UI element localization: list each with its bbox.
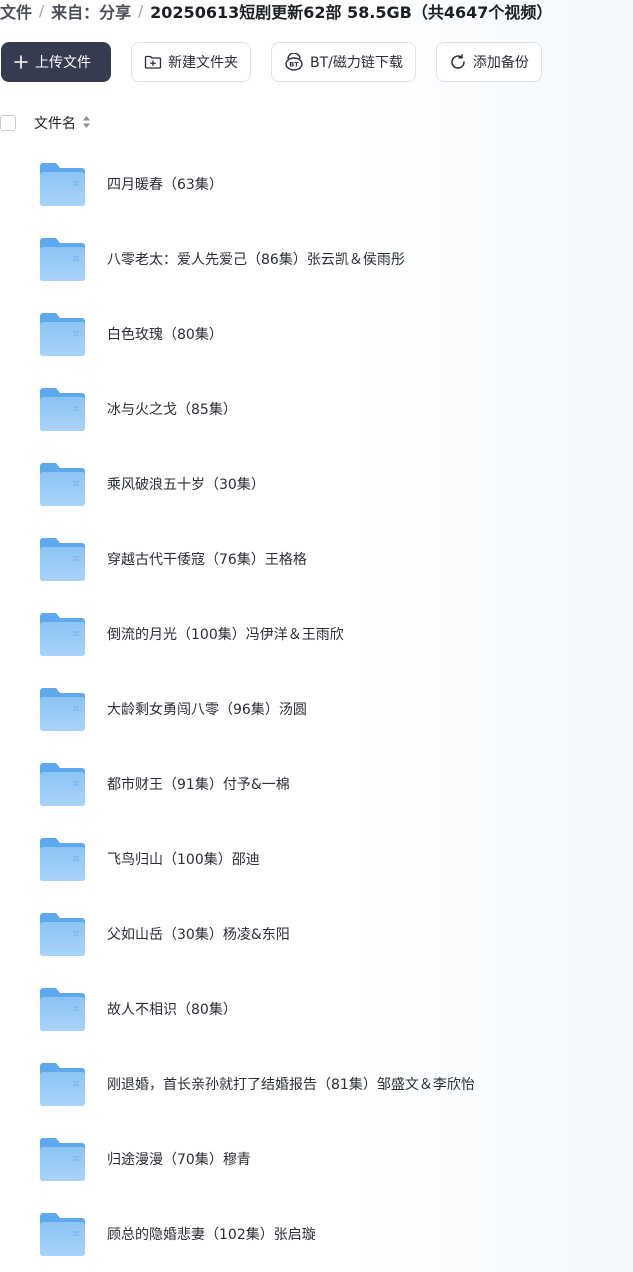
sort-icon[interactable] [82, 114, 91, 133]
file-name[interactable]: 大龄剩女勇闯八零（96集）汤圆 [107, 699, 307, 719]
file-name[interactable]: 飞鸟归山（100集）邵迪 [107, 849, 260, 869]
file-name[interactable]: 穿越古代干倭寇（76集）王格格 [107, 549, 307, 569]
column-header-filename[interactable]: 文件名 [34, 113, 76, 133]
list-header: 文件名 [0, 112, 91, 134]
breadcrumb-from-share[interactable]: 来自：分享 [51, 0, 131, 23]
file-row[interactable]: 刚退婚，首长亲孙就打了结婚报告（81集）邹盛文＆李欣怡 [0, 1047, 633, 1122]
folder-icon [40, 538, 85, 581]
new-folder-label: 新建文件夹 [168, 55, 238, 71]
new-folder-button[interactable]: 新建文件夹 [131, 42, 251, 82]
sync-icon [449, 53, 467, 71]
file-row[interactable]: 飞鸟归山（100集）邵迪 [0, 822, 633, 897]
breadcrumb-separator: / [39, 2, 45, 20]
select-all-checkbox[interactable] [0, 115, 16, 131]
folder-icon [40, 1063, 85, 1106]
folder-icon [40, 163, 85, 206]
file-row[interactable]: 乘风破浪五十岁（30集） [0, 447, 633, 522]
file-name[interactable]: 白色玫瑰（80集） [107, 324, 223, 344]
toolbar: 上传文件 新建文件夹 BT BT/磁力链下载 添加备份 [1, 42, 542, 82]
folder-icon [40, 913, 85, 956]
file-row[interactable]: 穿越古代干倭寇（76集）王格格 [0, 522, 633, 597]
file-name[interactable]: 八零老太：爱人先爱己（86集）张云凯＆侯雨彤 [107, 249, 405, 269]
file-list: 四月暖春（63集） 八零老太：爱人先爱己（86集）张云凯＆侯雨彤 白色玫瑰（80集）… [0, 147, 633, 1272]
folder-icon [40, 988, 85, 1031]
file-name[interactable]: 刚退婚，首长亲孙就打了结婚报告（81集）邹盛文＆李欣怡 [107, 1074, 475, 1094]
folder-icon [40, 463, 85, 506]
breadcrumb-current-folder: 20250613短剧更新62部 58.5GB（共4647个视频） [150, 3, 553, 22]
bt-icon: BT [284, 53, 304, 71]
file-row[interactable]: 大龄剩女勇闯八零（96集）汤圆 [0, 672, 633, 747]
file-row[interactable]: 都市财王（91集）付予&一棉 [0, 747, 633, 822]
add-backup-button[interactable]: 添加备份 [435, 42, 542, 82]
file-name[interactable]: 倒流的月光（100集）冯伊洋＆王雨欣 [107, 624, 344, 644]
file-row[interactable]: 冰与火之戈（85集） [0, 372, 633, 447]
add-backup-label: 添加备份 [472, 55, 529, 71]
bt-download-button[interactable]: BT BT/磁力链下载 [271, 42, 416, 82]
file-name[interactable]: 归途漫漫（70集）穆青 [107, 1149, 251, 1169]
folder-icon [40, 838, 85, 881]
folder-add-icon [144, 54, 162, 70]
file-row[interactable]: 归途漫漫（70集）穆青 [0, 1122, 633, 1197]
file-row[interactable]: 故人不相识（80集） [0, 972, 633, 1047]
folder-icon [40, 1213, 85, 1256]
folder-icon [40, 688, 85, 731]
file-name[interactable]: 顾总的隐婚悲妻（102集）张启璇 [107, 1224, 316, 1244]
file-row[interactable]: 父如山岳（30集）杨凌&东阳 [0, 897, 633, 972]
folder-icon [40, 238, 85, 281]
file-row[interactable]: 顾总的隐婚悲妻（102集）张启璇 [0, 1197, 633, 1272]
file-name[interactable]: 冰与火之戈（85集） [107, 399, 237, 419]
breadcrumb-separator: / [138, 2, 144, 20]
folder-icon [40, 613, 85, 656]
upload-label: 上传文件 [35, 55, 91, 71]
plus-icon [13, 54, 29, 70]
file-name[interactable]: 乘风破浪五十岁（30集） [107, 474, 265, 494]
folder-icon [40, 313, 85, 356]
svg-text:BT: BT [289, 61, 299, 69]
file-row[interactable]: 倒流的月光（100集）冯伊洋＆王雨欣 [0, 597, 633, 672]
file-row[interactable]: 八零老太：爱人先爱己（86集）张云凯＆侯雨彤 [0, 222, 633, 297]
file-row[interactable]: 四月暖春（63集） [0, 147, 633, 222]
file-name[interactable]: 故人不相识（80集） [107, 999, 237, 1019]
file-name[interactable]: 四月暖春（63集） [107, 174, 223, 194]
bt-download-label: BT/磁力链下载 [310, 55, 403, 71]
file-name[interactable]: 都市财王（91集）付予&一棉 [107, 774, 290, 794]
folder-icon [40, 388, 85, 431]
breadcrumb: 文件 / 来自：分享 / 20250613短剧更新62部 58.5GB（共464… [0, 0, 552, 22]
folder-icon [40, 763, 85, 806]
folder-icon [40, 1138, 85, 1181]
file-row[interactable]: 白色玫瑰（80集） [0, 297, 633, 372]
upload-button[interactable]: 上传文件 [1, 42, 111, 82]
breadcrumb-files[interactable]: 文件 [0, 0, 32, 23]
file-name[interactable]: 父如山岳（30集）杨凌&东阳 [107, 924, 290, 944]
